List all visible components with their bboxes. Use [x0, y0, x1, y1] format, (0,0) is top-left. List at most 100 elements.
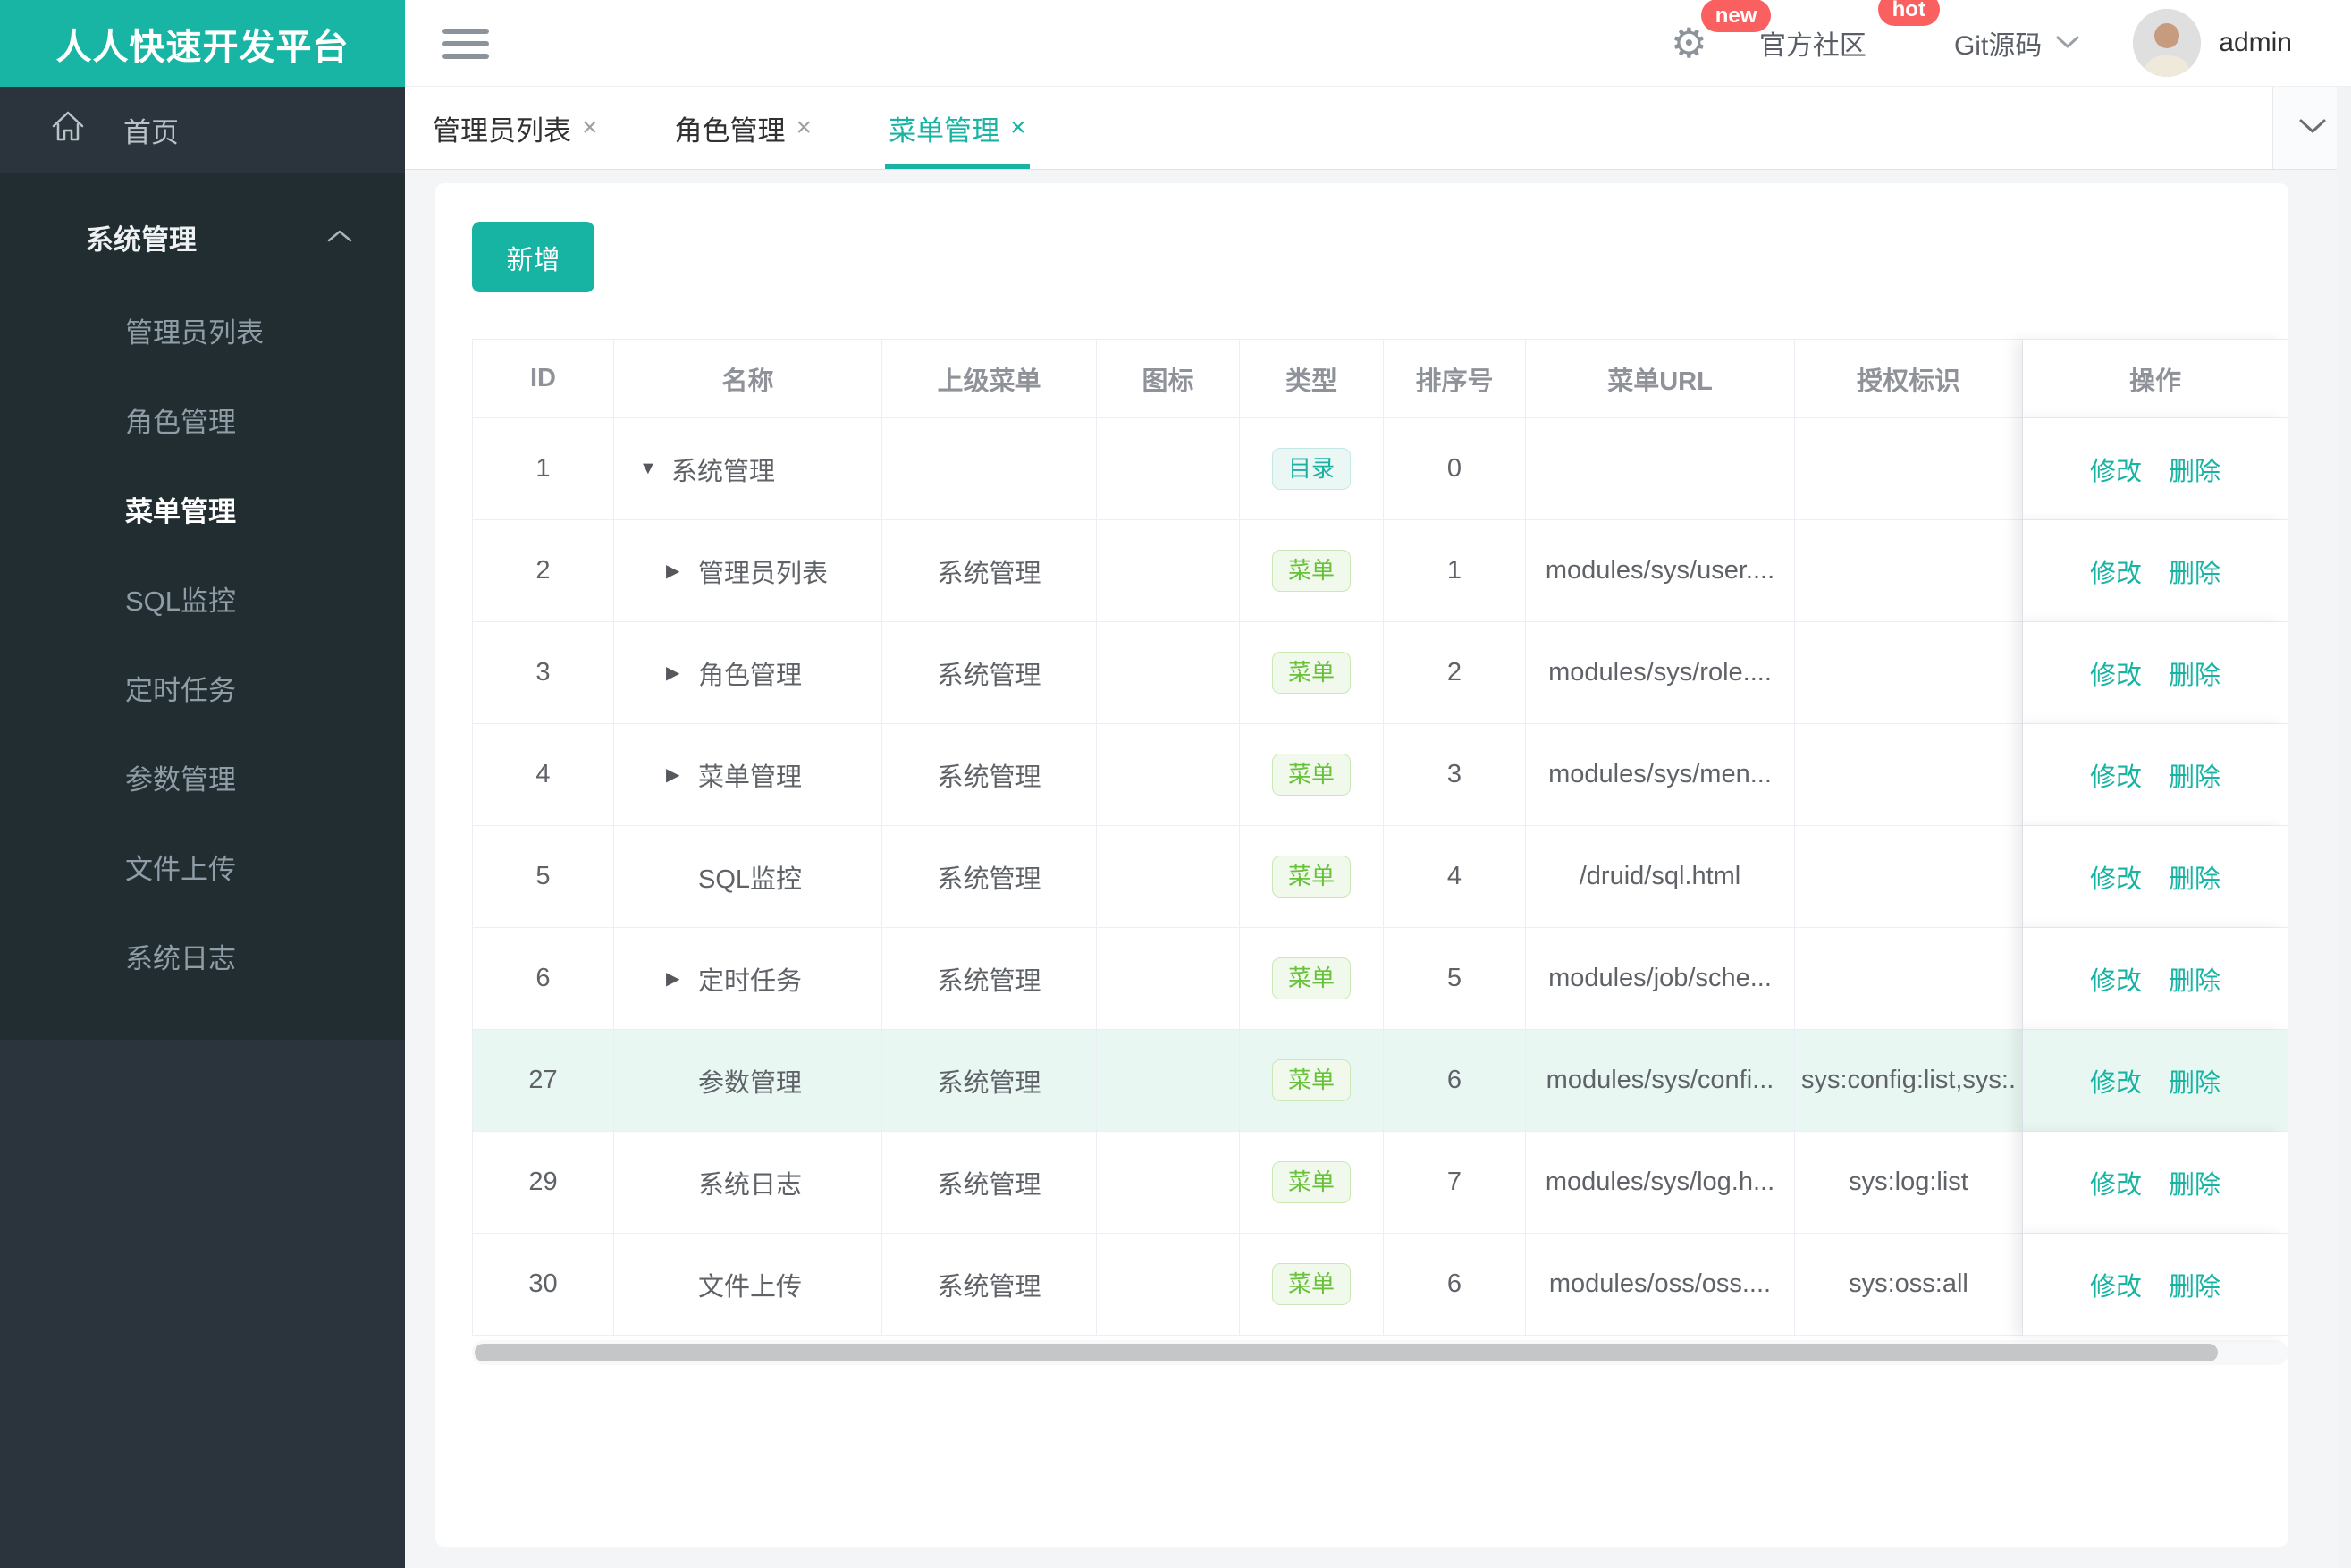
cell-menu-url: modules/sys/men...: [1526, 724, 1795, 826]
app-logo[interactable]: 人人快速开发平台: [0, 0, 405, 87]
expand-arrow-icon[interactable]: ▶: [666, 763, 698, 786]
table-row[interactable]: 5 SQL监控 系统管理 菜单 4/druid/sql.html 修改 删除: [473, 826, 2288, 928]
delete-link[interactable]: 删除: [2169, 1266, 2220, 1303]
gear-icon: ⚙: [1670, 20, 1707, 66]
cell-icon: [1097, 418, 1240, 520]
cell-icon: [1097, 1132, 1240, 1234]
cell-actions: 修改 删除: [2023, 826, 2288, 928]
edit-link[interactable]: 修改: [2090, 552, 2142, 590]
table-row[interactable]: 29 系统日志 系统管理 菜单 7 modules/sys/log.h... sys:log…: [473, 1132, 2288, 1234]
table-row[interactable]: 30 文件上传 系统管理 菜单 6 modules/oss/oss.... sys:oss:…: [473, 1234, 2288, 1336]
sidebar-submenu: 管理员列表 角色管理 菜单管理 SQL监控 定时任务 参数管理 文件上传 系统日志: [0, 266, 405, 1000]
edit-link[interactable]: 修改: [2090, 858, 2142, 896]
sidebar-item[interactable]: 文件上传: [0, 822, 405, 911]
delete-link[interactable]: 删除: [2169, 451, 2220, 488]
cell-actions: 修改 删除: [2023, 622, 2288, 724]
expand-arrow-icon[interactable]: ▶: [666, 560, 698, 582]
cell-actions: 修改 删除: [2023, 1234, 2288, 1336]
cell-icon: [1097, 1030, 1240, 1132]
edit-link[interactable]: 修改: [2090, 960, 2142, 998]
close-icon[interactable]: ×: [1010, 114, 1026, 141]
close-icon[interactable]: ×: [796, 114, 813, 141]
edit-link[interactable]: 修改: [2090, 654, 2142, 692]
sidebar-group-system: 系统管理 管理员列表 角色管理 菜单管理 SQL监控 定时任务 参数管理 文件上传 系统日志: [0, 173, 405, 1040]
cell-type: 菜单: [1240, 1132, 1384, 1234]
delete-link[interactable]: 删除: [2169, 756, 2220, 794]
settings-button[interactable]: ⚙ new: [1670, 0, 1772, 66]
table-row[interactable]: 1 ▼ 系统管理 目录 0 修改 删除: [473, 418, 2288, 520]
git-source-dropdown[interactable]: Git源码: [1954, 23, 2081, 63]
cell-type: 菜单: [1240, 724, 1384, 826]
cell-perms: [1795, 520, 2023, 622]
sidebar-item[interactable]: 参数管理: [0, 732, 405, 822]
delete-link[interactable]: 删除: [2169, 858, 2220, 896]
sidebar-group-system-header[interactable]: 系统管理: [0, 208, 405, 266]
menu-name-label: 管理员列表: [698, 559, 829, 588]
close-icon[interactable]: ×: [582, 114, 598, 141]
edit-link[interactable]: 修改: [2090, 451, 2142, 488]
edit-link[interactable]: 修改: [2090, 756, 2142, 794]
table-row[interactable]: 4 ▶ 菜单管理 系统管理 菜单 3 modules/sys/men... 修改 删除: [473, 724, 2288, 826]
content-card: 新增 ID 名称 上级菜单 图标 类型 排序号 菜单URL 授权标识 操作 1 ▼ 系统管理 目录 0 修…: [435, 183, 2288, 1547]
tab-label: 菜单管理: [889, 114, 1000, 147]
cell-perms: [1795, 418, 2023, 520]
cell-parent-menu: [882, 418, 1097, 520]
sidebar-item[interactable]: 菜单管理: [0, 464, 405, 553]
cell-name: SQL监控: [614, 826, 882, 928]
delete-link[interactable]: 删除: [2169, 1062, 2220, 1100]
cell-actions: 修改 删除: [2023, 520, 2288, 622]
tab[interactable]: 角色管理 ×: [671, 87, 816, 169]
menu-name-label: SQL监控: [698, 864, 803, 894]
cell-id: 3: [473, 622, 614, 724]
cell-sort: 3: [1384, 724, 1526, 826]
chevron-down-icon: [2296, 115, 2329, 141]
table-row[interactable]: 6 ▶ 定时任务 系统管理 菜单 5 modules/job/sche... 修改 删除: [473, 928, 2288, 1030]
sidebar-item[interactable]: SQL监控: [0, 553, 405, 643]
menu-name-label: 定时任务: [698, 966, 803, 996]
sidebar-item[interactable]: 角色管理: [0, 375, 405, 464]
topbar-actions: ⚙ new 官方社区 hot Git源码 admin: [1671, 0, 2292, 86]
cell-perms: [1795, 928, 2023, 1030]
tab[interactable]: 管理员列表 ×: [429, 87, 602, 169]
edit-link[interactable]: 修改: [2090, 1266, 2142, 1303]
user-menu[interactable]: admin: [2133, 9, 2292, 77]
column-header: 名称: [614, 340, 882, 418]
delete-link[interactable]: 删除: [2169, 960, 2220, 998]
edit-link[interactable]: 修改: [2090, 1164, 2142, 1201]
page: 人人快速开发平台 ⚙ new 官方社区 hot Git源码 admin 首页 系…: [0, 0, 2351, 1568]
delete-link[interactable]: 删除: [2169, 654, 2220, 692]
tab[interactable]: 菜单管理 ×: [885, 87, 1030, 169]
horizontal-scrollbar[interactable]: [472, 1340, 2288, 1365]
collapse-arrow-icon[interactable]: ▼: [639, 459, 671, 479]
edit-link[interactable]: 修改: [2090, 1062, 2142, 1100]
sidebar-item[interactable]: 管理员列表: [0, 285, 405, 375]
column-header: 类型: [1240, 340, 1384, 418]
table-row[interactable]: 2 ▶ 管理员列表 系统管理 菜单 1 modules/sys/user.... 修改 删除: [473, 520, 2288, 622]
table-row[interactable]: 3 ▶ 角色管理 系统管理 菜单 2 modules/sys/role.... 修改 删除: [473, 622, 2288, 724]
expand-arrow-icon[interactable]: ▶: [666, 967, 698, 990]
delete-link[interactable]: 删除: [2169, 1164, 2220, 1201]
horizontal-scrollbar-thumb[interactable]: [475, 1344, 2218, 1361]
cell-menu-url: modules/sys/log.h...: [1526, 1132, 1795, 1234]
menu-name-label: 文件上传: [698, 1272, 803, 1302]
cell-parent-menu: 系统管理: [882, 520, 1097, 622]
cell-perms: [1795, 826, 2023, 928]
cell-menu-url: /druid/sql.html: [1526, 826, 1795, 928]
expand-arrow-icon[interactable]: ▶: [666, 662, 698, 684]
vertical-scrollbar[interactable]: [2337, 87, 2351, 1568]
table-row[interactable]: 27 参数管理 系统管理 菜单 6 modules/sys/confi... sys:con…: [473, 1030, 2288, 1132]
add-button[interactable]: 新增: [472, 222, 594, 292]
sidebar-item-home[interactable]: 首页: [0, 87, 405, 173]
tabbar: 管理员列表 × 角色管理 × 菜单管理 ×: [405, 87, 2351, 170]
sidebar-item[interactable]: 定时任务: [0, 643, 405, 732]
sidebar-item[interactable]: 系统日志: [0, 911, 405, 1000]
home-icon: [50, 108, 86, 151]
community-link[interactable]: 官方社区 hot: [1759, 0, 1940, 63]
delete-link[interactable]: 删除: [2169, 552, 2220, 590]
cell-actions: 修改 删除: [2023, 928, 2288, 1030]
cell-parent-menu: 系统管理: [882, 826, 1097, 928]
cell-type: 菜单: [1240, 520, 1384, 622]
sidebar-toggle-button[interactable]: [442, 27, 489, 61]
cell-icon: [1097, 1234, 1240, 1336]
cell-name: 系统日志: [614, 1132, 882, 1234]
